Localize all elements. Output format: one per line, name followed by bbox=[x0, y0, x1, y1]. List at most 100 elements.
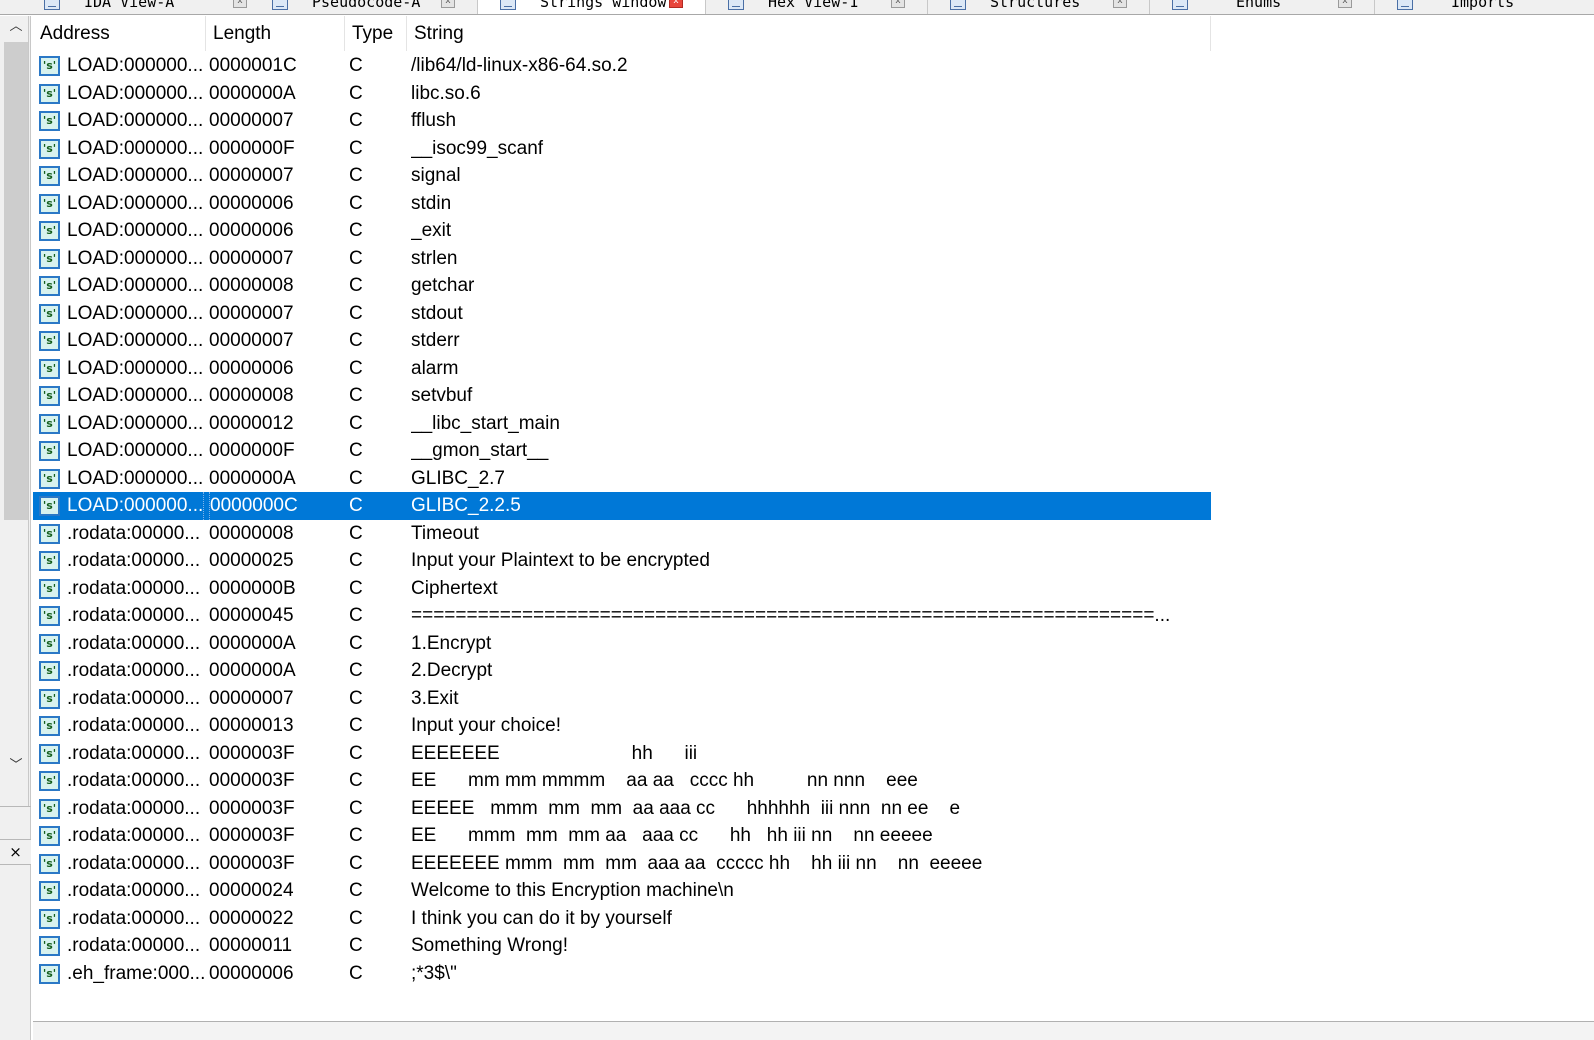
string-icon: 's' bbox=[39, 551, 60, 571]
address-cell: 's' LOAD:000000... bbox=[36, 437, 204, 465]
table-row[interactable]: 's' .rodata:00000... 0000003F C EEEEE mmm mm… bbox=[33, 795, 1211, 823]
table-row[interactable]: 's' LOAD:000000... 0000001C C/lib64/ld-linu… bbox=[33, 52, 1211, 80]
table-row[interactable]: 's' .rodata:00000... 0000003F C EEEEEEE hh i… bbox=[33, 740, 1211, 768]
tab-imports[interactable]: Imports bbox=[1375, 0, 1594, 14]
string-cell: fflush bbox=[411, 110, 457, 131]
table-row[interactable]: 's' .rodata:00000... 0000000B C Ciphertext bbox=[33, 575, 1211, 603]
length-cell: 0000000F bbox=[209, 440, 295, 461]
address-cell: 's' LOAD:000000... bbox=[36, 355, 204, 383]
length-cell: 00000007 bbox=[209, 165, 294, 186]
table-row[interactable]: 's' LOAD:000000... 0000000A C GLIBC_2.7 bbox=[33, 465, 1211, 493]
table-row[interactable]: 's' .rodata:00000... 0000000A C 1.Encrypt bbox=[33, 630, 1211, 658]
string-icon: 's' bbox=[39, 661, 60, 681]
tab-enums[interactable]: Enums x bbox=[1150, 0, 1375, 14]
length-cell: 0000003F bbox=[209, 742, 295, 764]
table-row[interactable]: 's' .rodata:00000... 00000022 C I think you … bbox=[33, 905, 1211, 933]
address-cell: 's' .rodata:00000... bbox=[36, 740, 204, 768]
tab-structures[interactable]: Structures x bbox=[928, 0, 1150, 14]
string-icon: 's' bbox=[39, 578, 60, 599]
scroll-up-button[interactable]: ︿ bbox=[3, 16, 29, 38]
strings-icon bbox=[500, 0, 516, 10]
table-row[interactable]: 's' LOAD:000000... 00000006 Cstdin bbox=[33, 190, 1211, 218]
length-cell: 00000006 bbox=[209, 192, 294, 214]
table-row[interactable]: 's' .rodata:00000... 00000011 C Something Wr… bbox=[33, 932, 1211, 960]
string-icon: 's' bbox=[39, 908, 60, 929]
table-row[interactable]: 's' .rodata:00000... 0000003F C EE mm mm mmm… bbox=[33, 767, 1211, 795]
string-cell: stdout bbox=[411, 302, 463, 324]
table-row[interactable]: 's' LOAD:000000... 00000007 Cfflush bbox=[33, 107, 1211, 135]
table-row[interactable]: 's' .rodata:00000... 0000003F C EEEEEEE mmm … bbox=[33, 850, 1211, 878]
string-icon: 's' bbox=[39, 606, 60, 626]
close-icon[interactable]: x bbox=[233, 0, 247, 8]
length-cell: 00000008 bbox=[209, 385, 294, 406]
table-row[interactable]: 's' .eh_frame:000... 00000006 C ;*3$\" bbox=[33, 960, 1211, 988]
table-row[interactable]: 's' LOAD:000000... 00000007 Csignal bbox=[33, 162, 1211, 190]
column-header-string[interactable]: String bbox=[407, 16, 1211, 51]
close-pane-button[interactable]: × bbox=[0, 839, 31, 865]
address-text: LOAD:000000... bbox=[67, 247, 204, 269]
type-cell: C bbox=[349, 55, 363, 76]
address-cell: 's' .rodata:00000... bbox=[36, 575, 204, 603]
string-icon: 's' bbox=[39, 83, 60, 104]
tab-label: Strings window bbox=[540, 0, 667, 11]
close-icon[interactable]: x bbox=[1113, 0, 1127, 8]
tab-strings-window[interactable]: Strings window x bbox=[478, 0, 706, 14]
table-row[interactable]: 's' .rodata:00000... 00000008 C Timeout bbox=[33, 520, 1211, 548]
table-row[interactable]: 's' .rodata:00000... 0000000A C 2.Decrypt bbox=[33, 657, 1211, 685]
table-row[interactable]: 's' LOAD:000000... 00000006 C _exit bbox=[33, 217, 1211, 245]
tab-pseudocode-a[interactable]: Pseudocode-A x bbox=[250, 0, 478, 14]
length-cell: 0000001C bbox=[209, 55, 297, 76]
table-row[interactable]: 's' LOAD:000000... 0000000F C __gmon_start__ bbox=[33, 437, 1211, 465]
length-cell: 0000000C bbox=[209, 492, 347, 520]
table-row[interactable]: 's' LOAD:000000... 00000008 Cgetchar bbox=[33, 272, 1211, 300]
string-icon: 's' bbox=[39, 633, 60, 654]
close-icon[interactable]: x bbox=[891, 0, 905, 8]
tab-hex-view-1[interactable]: Hex View-1 x bbox=[706, 0, 928, 14]
string-cell: __gmon_start__ bbox=[411, 440, 549, 461]
string-icon: 's' bbox=[39, 523, 60, 544]
scroll-down-button[interactable]: ﹀ bbox=[3, 755, 29, 777]
address-text: LOAD:000000... bbox=[67, 137, 204, 159]
type-cell: C bbox=[349, 110, 363, 131]
type-cell: C bbox=[349, 715, 363, 736]
column-header-address[interactable]: Address bbox=[33, 16, 206, 51]
string-cell: setvbuf bbox=[411, 385, 473, 406]
address-cell: 's' LOAD:000000... bbox=[36, 272, 204, 300]
vertical-scrollbar[interactable]: ︿ ﹀ bbox=[3, 16, 29, 806]
length-cell: 00000007 bbox=[209, 110, 294, 131]
tab-ida-view-a[interactable]: IDA View-A x bbox=[22, 0, 270, 14]
length-cell: 0000000B bbox=[209, 577, 296, 599]
table-row[interactable]: 's' LOAD:000000... 00000007 Cstrlen bbox=[33, 245, 1211, 273]
table-row[interactable]: 's' LOAD:000000... 00000006 Calarm bbox=[33, 355, 1211, 383]
scroll-thumb[interactable] bbox=[4, 42, 28, 520]
address-cell: 's' LOAD:000000... bbox=[36, 382, 204, 410]
type-cell: C bbox=[349, 247, 363, 269]
table-row[interactable]: 's' LOAD:000000... 0000000C C GLIBC_2.2.5 bbox=[33, 492, 1211, 520]
string-cell: _exit bbox=[411, 220, 452, 241]
table-row[interactable]: 's' LOAD:000000... 0000000A Clibc.so.6 bbox=[33, 80, 1211, 108]
table-row[interactable]: 's' .rodata:00000... 00000045 C ============… bbox=[33, 602, 1211, 630]
table-row[interactable]: 's' .rodata:00000... 00000007 C 3.Exit bbox=[33, 685, 1211, 713]
length-cell: 0000003F bbox=[209, 770, 295, 791]
close-icon[interactable]: x bbox=[441, 0, 455, 8]
table-row[interactable]: 's' LOAD:000000... 00000012 C __libc_start_m… bbox=[33, 410, 1211, 438]
table-row[interactable]: 's' LOAD:000000... 00000007 Cstderr bbox=[33, 327, 1211, 355]
type-cell: C bbox=[349, 165, 363, 186]
column-header-length[interactable]: Length bbox=[206, 16, 345, 51]
address-cell: 's' LOAD:000000... bbox=[36, 217, 204, 245]
close-icon[interactable]: x bbox=[669, 0, 683, 8]
address-text: LOAD:000000... bbox=[67, 275, 204, 296]
string-cell: Ciphertext bbox=[411, 577, 498, 599]
string-icon: 's' bbox=[39, 166, 60, 186]
table-row[interactable]: 's' .rodata:00000... 00000024 C Welcome to t… bbox=[33, 877, 1211, 905]
table-row[interactable]: 's' LOAD:000000... 0000000F C __isoc99_scanf bbox=[33, 135, 1211, 163]
column-header-type[interactable]: Type bbox=[345, 16, 407, 51]
table-row[interactable]: 's' .rodata:00000... 00000013 C Input your c… bbox=[33, 712, 1211, 740]
close-icon[interactable]: x bbox=[1338, 0, 1352, 8]
table-row[interactable]: 's' LOAD:000000... 00000008 Csetvbuf bbox=[33, 382, 1211, 410]
table-row[interactable]: 's' .rodata:00000... 00000025 C Input your P… bbox=[33, 547, 1211, 575]
table-row[interactable]: 's' LOAD:000000... 00000007 Cstdout bbox=[33, 300, 1211, 328]
string-cell: stderr bbox=[411, 330, 460, 351]
table-row[interactable]: 's' .rodata:00000... 0000003F C EE mmm mm mm… bbox=[33, 822, 1211, 850]
string-icon: 's' bbox=[39, 936, 60, 956]
